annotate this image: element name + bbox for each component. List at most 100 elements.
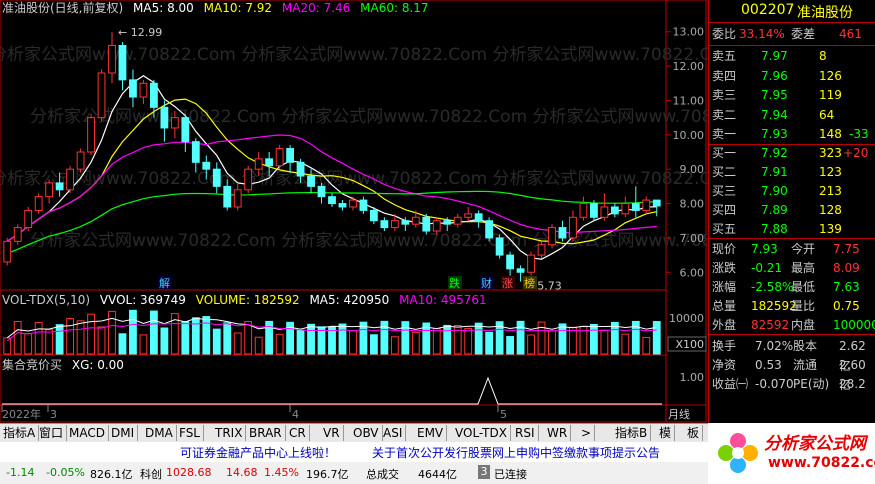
candle-body	[600, 206, 609, 218]
candle-body	[45, 182, 54, 198]
tab-obv[interactable]: OBV	[350, 425, 383, 441]
tab-vr[interactable]: VR	[320, 425, 344, 441]
candle-body	[338, 203, 347, 208]
price-axis-label: 10.00	[673, 129, 705, 142]
buy-row-4: 买四 7.89 128	[709, 200, 875, 220]
tab--a[interactable]: 指标A	[0, 425, 40, 441]
candle-body	[537, 244, 546, 256]
candle-body	[265, 158, 274, 167]
buy-label: 买二	[712, 165, 737, 179]
axis-corner-label: 月线	[668, 407, 690, 421]
buy-row-1: 买一 7.92 323 +20	[709, 143, 875, 163]
tab-brar[interactable]: BRAR	[246, 425, 286, 441]
volume-bar	[139, 334, 148, 355]
volume-bar	[275, 333, 284, 355]
candle-body	[652, 199, 661, 207]
buy-row-3: 买三 7.90 213	[709, 181, 875, 201]
logo-text: 分析家公式网	[764, 434, 866, 454]
tab-rsi[interactable]: RSI	[512, 425, 539, 441]
price-axis-label: 12.00	[673, 60, 705, 73]
candle-body	[129, 79, 137, 98]
vol-ma5: MA5: 420950	[309, 293, 390, 307]
status-c: 826.1亿	[90, 468, 133, 481]
quote-value: 7.93	[751, 242, 778, 256]
logo-url: www.70822.com	[768, 455, 875, 471]
buy-vol: 139	[819, 222, 842, 236]
quote2-row-3: 收益㈠ -0.070 PE(动) 28.2	[709, 374, 875, 394]
candle-body	[317, 185, 326, 198]
sell-vol: 64	[819, 107, 835, 122]
candle-body	[422, 216, 431, 232]
tab--b[interactable]: 指标B	[612, 425, 652, 441]
status-e: 1028.68	[166, 466, 212, 479]
tab-emv[interactable]: EMV	[414, 425, 448, 441]
candle-body	[464, 213, 473, 218]
tab-dmi[interactable]: DMI	[108, 425, 139, 441]
quote-value2: 7.75	[833, 242, 860, 256]
kline-chart-area[interactable]: 分析家公式网www.70822.Com 分析家公式网www.70822.Com …	[0, 0, 708, 423]
volume-bar	[223, 322, 232, 355]
tab--[interactable]: >	[578, 425, 596, 441]
buy-row-2: 买二 7.91 123	[709, 162, 875, 182]
tab-asi[interactable]: ASI	[380, 425, 407, 441]
marker-zhang: 涨	[502, 277, 513, 290]
tab--[interactable]: 板	[684, 425, 704, 441]
quote-value2: 8.09	[833, 261, 860, 275]
watermark-text: 分析家公式网www.70822.Com 分析家公式网www.70822.Com …	[30, 107, 708, 127]
volume-bar	[108, 310, 116, 355]
quote-value2: 0.75	[833, 299, 860, 313]
quote2-row-1: 换手 7.02% 股本 2.62亿	[709, 336, 875, 373]
sell-price: 7.94	[761, 107, 788, 122]
tab-macd[interactable]: MACD	[66, 425, 109, 441]
quote-value: -2.58%	[751, 280, 794, 294]
candle-body	[569, 216, 577, 239]
candle-body	[527, 254, 535, 273]
candle-body	[370, 209, 378, 222]
sell-price: 7.96	[761, 68, 788, 83]
volume-bar	[401, 321, 410, 355]
candle-body	[506, 254, 515, 270]
status-i: 总成交	[366, 468, 399, 481]
watermark-text: 分析家公式网www.70822.Com 分析家公式网www.70822.Com …	[0, 45, 708, 65]
sell-row-5: 卖一 7.93 148 -33	[709, 124, 875, 144]
tab-dma[interactable]: DMA	[142, 425, 177, 441]
news-left[interactable]: 可证券金融产品中心上线啦！	[180, 444, 336, 461]
xg-name: 集合竞价买	[2, 358, 63, 372]
tab-wr[interactable]: WR	[544, 425, 572, 441]
candle-body	[191, 141, 200, 163]
price-axis-label: 9.00	[680, 163, 705, 176]
volume-bar	[181, 321, 190, 355]
tab-trix[interactable]: TRIX	[212, 425, 247, 441]
volume-bar	[87, 313, 95, 355]
sell-vol: 148	[819, 127, 842, 141]
volume-bar	[129, 309, 137, 355]
tab--[interactable]: 窗口	[36, 425, 68, 441]
candle-body	[590, 203, 598, 218]
tab--[interactable]: 模	[656, 425, 676, 441]
vol-scale-label: X100	[675, 338, 704, 351]
candle-body	[97, 72, 106, 119]
marker-bang: 榜	[524, 276, 535, 290]
volume-bar	[390, 336, 399, 355]
ma60-label: MA60: 8.17	[360, 1, 429, 15]
quote-value2: 100000	[833, 318, 875, 332]
candle-body	[443, 220, 452, 225]
tab-fsl[interactable]: FSL	[176, 425, 204, 441]
volume-bar	[600, 329, 609, 355]
volume-bar	[642, 336, 651, 355]
tab-vol-tdx[interactable]: VOL-TDX	[452, 425, 511, 441]
candle-body	[474, 213, 483, 222]
vol-name: VOL-TDX(5,10)	[2, 293, 91, 307]
sell-row-3: 卖三 7.95 119	[709, 85, 875, 105]
buy-vol: 213	[819, 184, 842, 198]
xg-axis-label: 1.00	[680, 371, 705, 384]
tab-cr[interactable]: CR	[286, 425, 310, 441]
sell-label: 卖三	[712, 88, 737, 102]
quote2-value2: 28.2	[839, 377, 866, 391]
weibi-label: 委比	[712, 27, 737, 41]
ma10-label: MA10: 7.92	[203, 1, 273, 15]
news-right[interactable]: 关于首次公开发行股票网上申购中签缴款事项提示公告	[372, 444, 660, 461]
quote2-label: 收益㈠	[712, 377, 749, 391]
quote-row-1: 现价 7.93 今开 7.75	[709, 239, 875, 259]
buy-price: 7.88	[761, 222, 788, 236]
